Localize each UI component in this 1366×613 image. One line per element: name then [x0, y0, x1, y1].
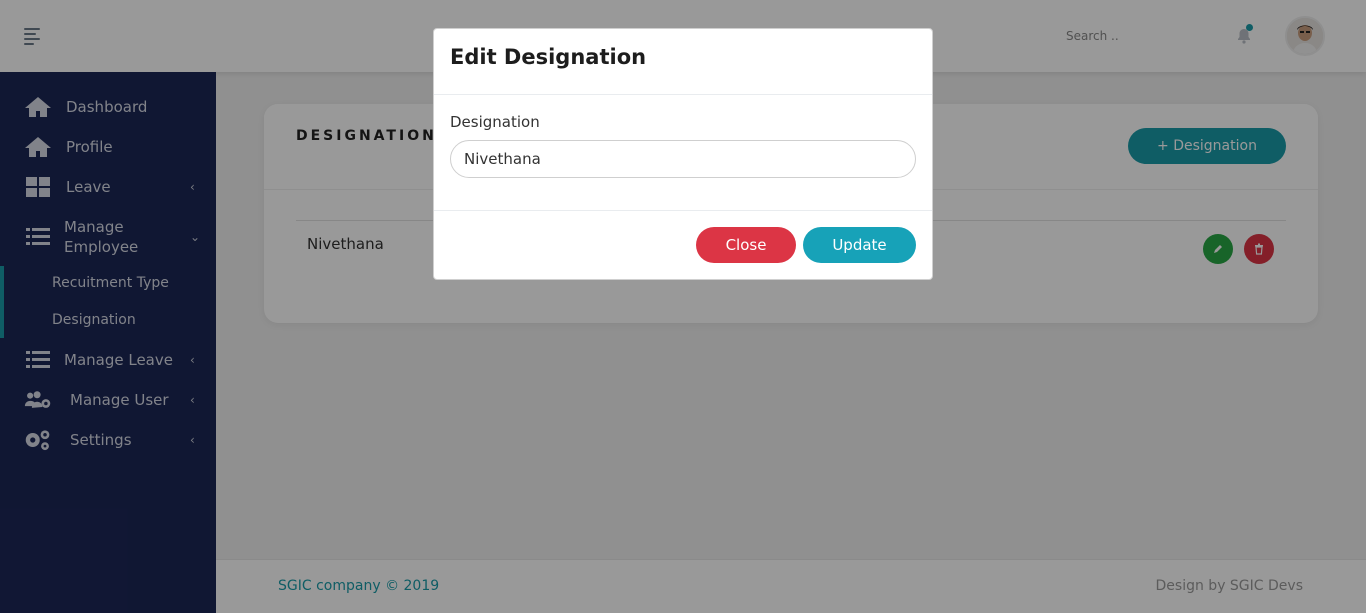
designation-input[interactable] — [450, 140, 916, 178]
edit-designation-modal: Edit Designation Designation Close Updat… — [433, 28, 933, 280]
modal-header: Edit Designation — [434, 29, 932, 95]
modal-footer-divider — [434, 210, 932, 211]
close-button[interactable]: Close — [696, 227, 796, 263]
designation-field-label: Designation — [450, 113, 540, 131]
modal-title: Edit Designation — [450, 45, 647, 69]
update-button[interactable]: Update — [803, 227, 916, 263]
